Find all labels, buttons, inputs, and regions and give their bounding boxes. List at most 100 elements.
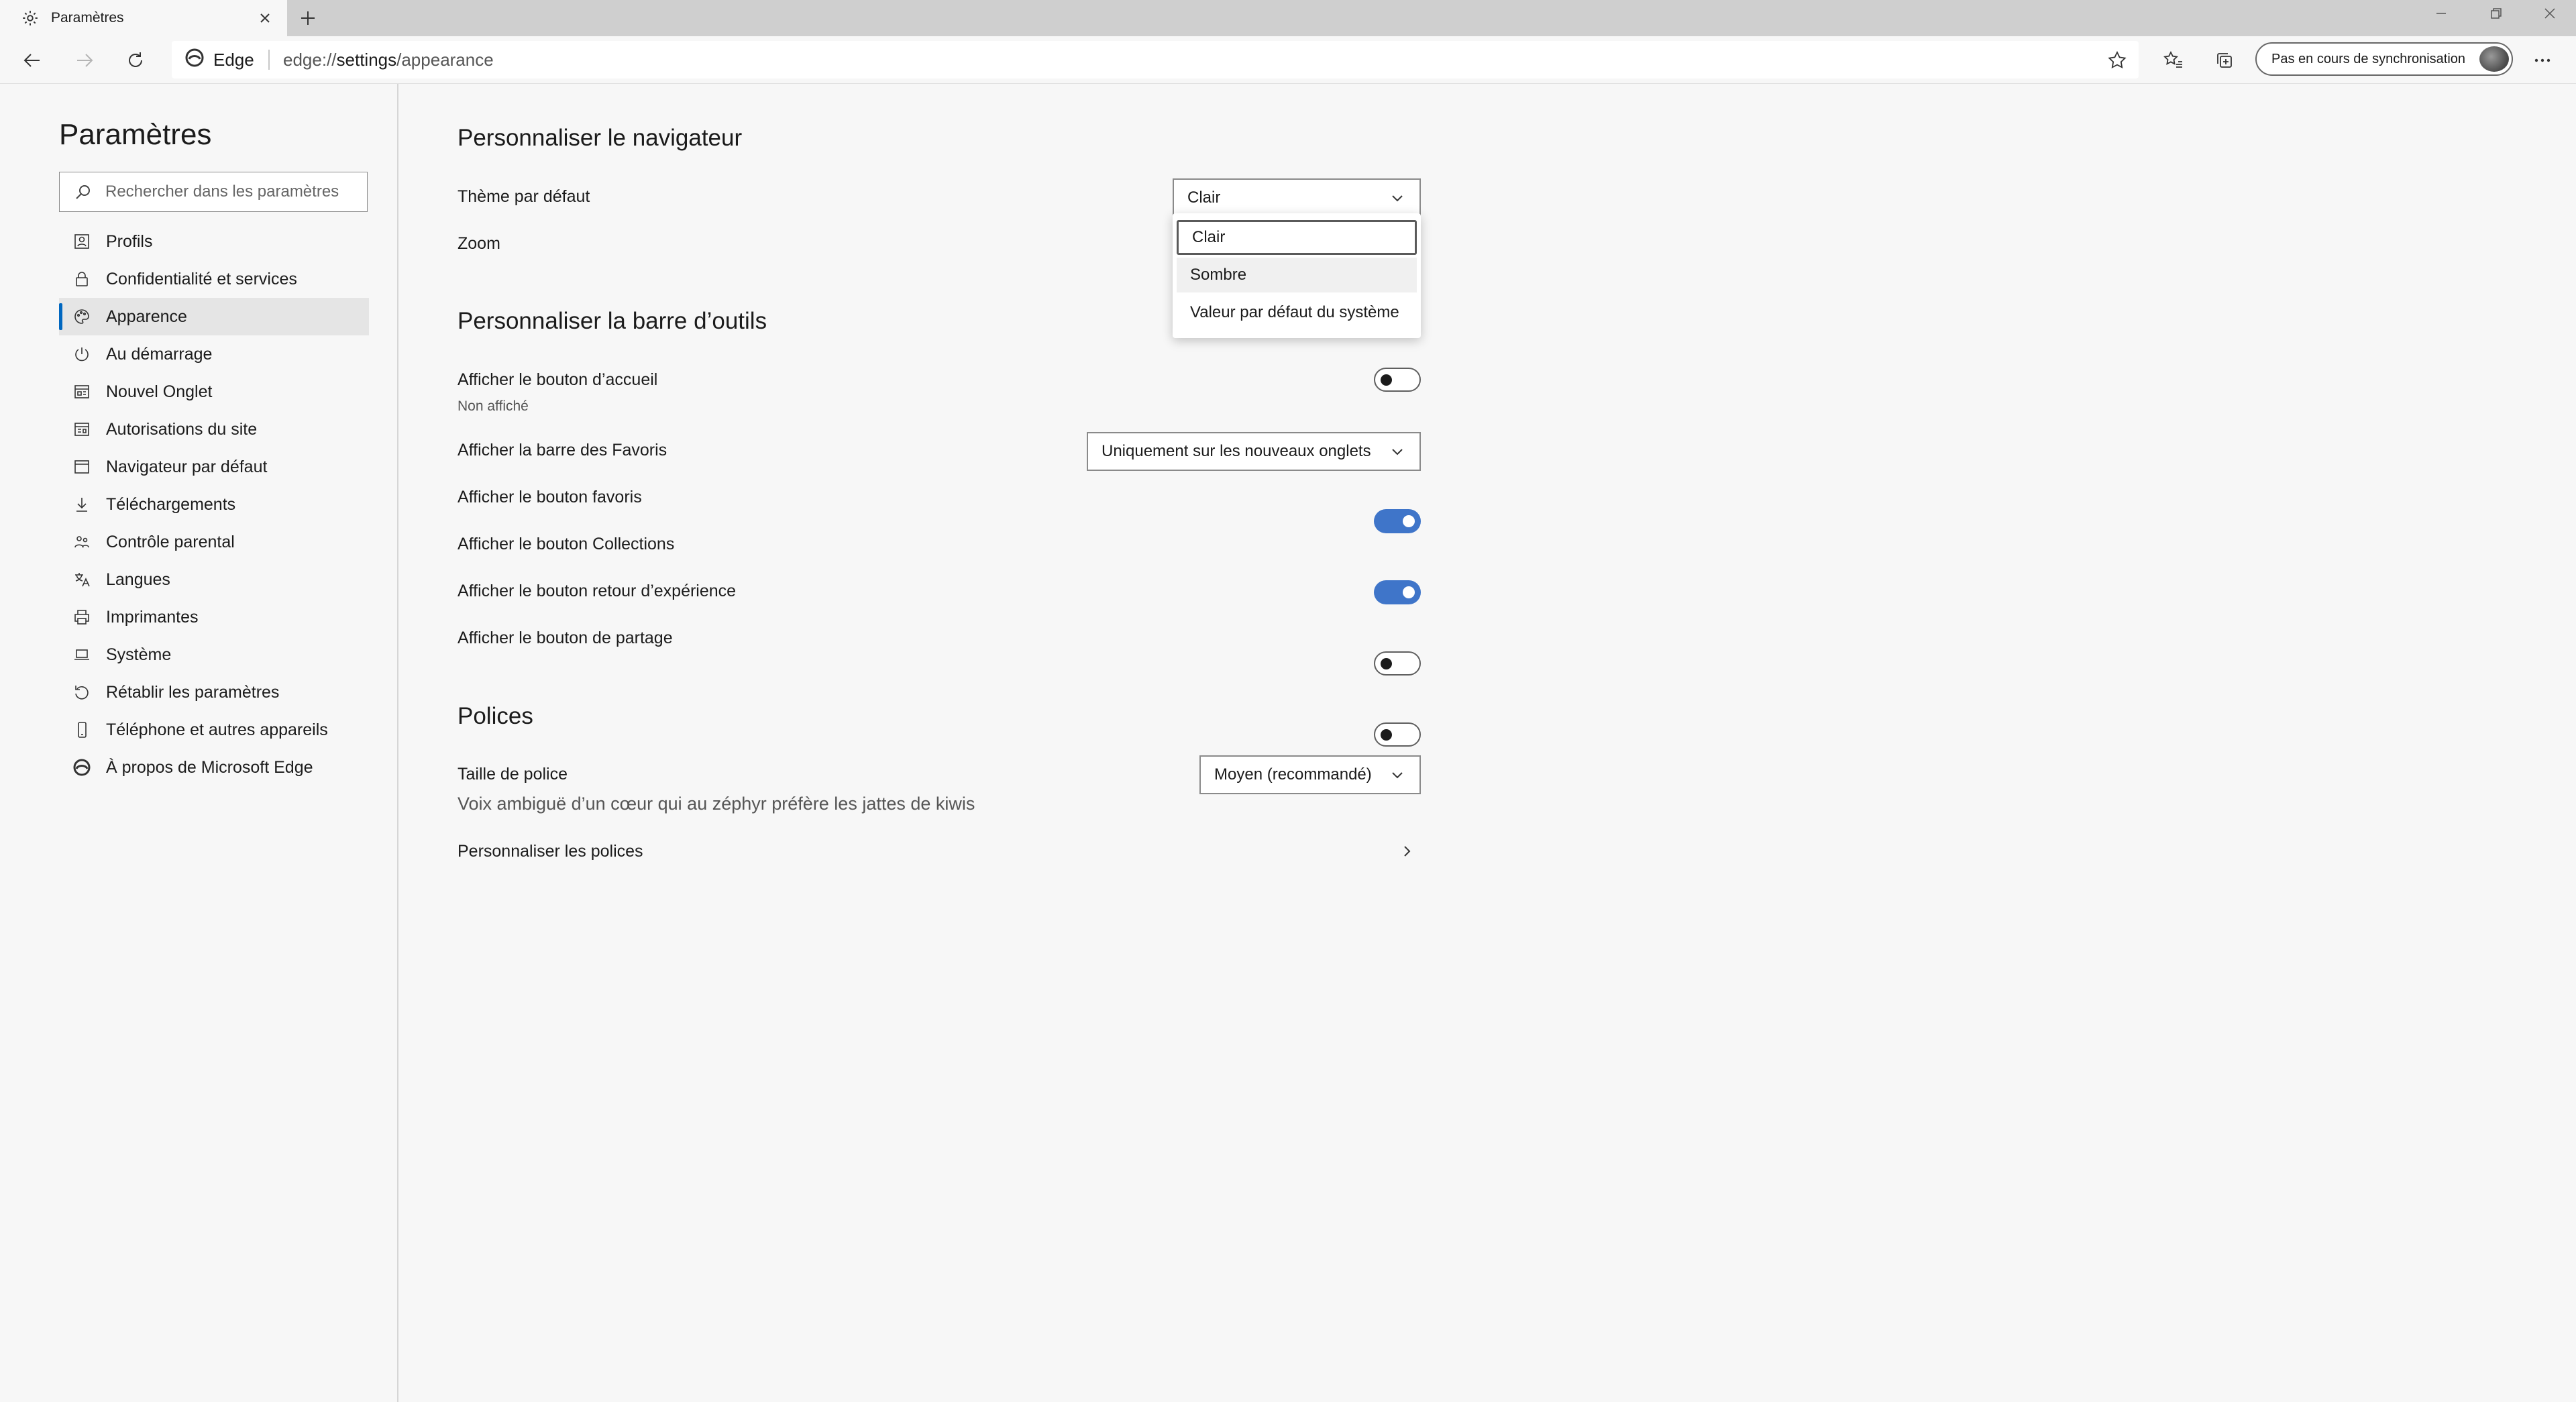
favorites-button[interactable] bbox=[2159, 46, 2188, 75]
close-tab-icon[interactable] bbox=[255, 8, 275, 28]
new-tab-button[interactable] bbox=[297, 7, 319, 30]
phone-icon bbox=[71, 719, 93, 741]
sidebar-item-site-permissions[interactable]: Autorisations du site bbox=[59, 411, 369, 448]
add-favorite-star-icon[interactable] bbox=[2102, 46, 2132, 75]
collections-button-label: Afficher le bouton Collections bbox=[458, 535, 675, 553]
font-size-select[interactable]: Moyen (recommandé) bbox=[1199, 755, 1421, 794]
sidebar-item-label: Contrôle parental bbox=[106, 532, 235, 551]
favorites-bar-select-value: Uniquement sur les nouveaux onglets bbox=[1102, 442, 1371, 460]
edge-logo-icon bbox=[71, 757, 93, 778]
sidebar-item-label: Navigateur par défaut bbox=[106, 457, 268, 476]
theme-option-light[interactable]: Clair bbox=[1177, 220, 1417, 255]
theme-option-system[interactable]: Valeur par défaut du système bbox=[1177, 295, 1417, 330]
sidebar-item-parental-control[interactable]: Contrôle parental bbox=[59, 523, 369, 561]
sidebar-item-privacy[interactable]: Confidentialité et services bbox=[59, 260, 369, 298]
chevron-right-icon bbox=[1395, 840, 1418, 863]
favorites-bar-label: Afficher la barre des Favoris bbox=[458, 441, 667, 460]
lock-icon bbox=[71, 268, 93, 290]
sidebar-item-label: Au démarrage bbox=[106, 344, 213, 364]
avatar bbox=[2479, 46, 2509, 72]
power-icon bbox=[71, 343, 93, 365]
home-button-toggle[interactable] bbox=[1374, 368, 1421, 392]
sidebar-item-default-browser[interactable]: Navigateur par défaut bbox=[59, 448, 369, 486]
theme-label: Thème par défaut bbox=[458, 187, 590, 206]
address-separator bbox=[268, 50, 270, 70]
sidebar-item-label: À propos de Microsoft Edge bbox=[106, 757, 313, 777]
sidebar-item-profils[interactable]: Profils bbox=[59, 223, 369, 260]
sidebar-item-startup[interactable]: Au démarrage bbox=[59, 335, 369, 373]
gear-icon bbox=[20, 8, 40, 28]
collections-button-toggle[interactable] bbox=[1374, 580, 1421, 604]
url-text[interactable]: edge://settings/appearance bbox=[283, 48, 494, 71]
theme-option-dark[interactable]: Sombre bbox=[1177, 258, 1417, 292]
forward-button[interactable] bbox=[70, 46, 99, 75]
more-options-icon[interactable] bbox=[2528, 46, 2557, 75]
theme-option-label: Clair bbox=[1192, 228, 1226, 246]
settings-search[interactable] bbox=[59, 172, 368, 212]
sidebar-item-downloads[interactable]: Téléchargements bbox=[59, 486, 369, 523]
chevron-down-icon bbox=[1386, 763, 1409, 786]
url-path: /appearance bbox=[396, 49, 494, 70]
theme-select-value: Clair bbox=[1187, 188, 1221, 207]
font-size-select-value: Moyen (recommandé) bbox=[1214, 765, 1372, 784]
system-icon bbox=[71, 644, 93, 665]
site-permissions-icon bbox=[71, 419, 93, 440]
browser-name: Edge bbox=[213, 49, 254, 70]
font-size-label: Taille de police bbox=[458, 765, 568, 784]
collections-button[interactable] bbox=[2210, 46, 2239, 75]
minimize-button[interactable] bbox=[2411, 0, 2471, 27]
printer-icon bbox=[71, 606, 93, 628]
refresh-button[interactable] bbox=[121, 46, 150, 75]
default-browser-icon bbox=[71, 456, 93, 478]
sidebar-item-languages[interactable]: Langues bbox=[59, 561, 369, 598]
customize-fonts-row[interactable]: Personnaliser les polices bbox=[458, 834, 1421, 868]
sidebar-item-label: Téléchargements bbox=[106, 494, 236, 514]
sidebar-item-appearance[interactable]: Apparence bbox=[59, 298, 369, 335]
sidebar-item-reset[interactable]: Rétablir les paramètres bbox=[59, 673, 369, 711]
tab-title: Paramètres bbox=[51, 10, 124, 25]
sidebar-item-label: Imprimantes bbox=[106, 607, 199, 627]
favorites-button-toggle[interactable] bbox=[1374, 509, 1421, 533]
sidebar-item-label: Apparence bbox=[106, 307, 187, 326]
profile-icon bbox=[71, 231, 93, 252]
sidebar-item-label: Langues bbox=[106, 570, 170, 589]
feedback-button-toggle[interactable] bbox=[1374, 651, 1421, 676]
back-button[interactable] bbox=[17, 46, 47, 75]
download-icon bbox=[71, 494, 93, 515]
palette-icon bbox=[71, 306, 93, 327]
search-icon bbox=[72, 180, 95, 203]
sidebar-item-new-tab[interactable]: Nouvel Onglet bbox=[59, 373, 369, 411]
close-window-button[interactable] bbox=[2520, 0, 2576, 27]
site-identity[interactable]: Edge bbox=[185, 48, 254, 71]
url-host: settings bbox=[336, 49, 397, 70]
theme-option-label: Sombre bbox=[1190, 266, 1247, 284]
sidebar-item-phone[interactable]: Téléphone et autres appareils bbox=[59, 711, 369, 749]
restore-button[interactable] bbox=[2466, 0, 2526, 27]
new-tab-icon bbox=[71, 381, 93, 402]
sidebar-item-label: Système bbox=[106, 645, 172, 664]
reset-icon bbox=[71, 682, 93, 703]
customize-fonts-label: Personnaliser les polices bbox=[458, 841, 643, 861]
theme-select[interactable]: Clair bbox=[1173, 178, 1421, 217]
share-button-toggle[interactable] bbox=[1374, 722, 1421, 747]
language-icon bbox=[71, 569, 93, 590]
sidebar-item-printers[interactable]: Imprimantes bbox=[59, 598, 369, 636]
family-icon bbox=[71, 531, 93, 553]
sidebar-item-system[interactable]: Système bbox=[59, 636, 369, 673]
sidebar-item-about[interactable]: À propos de Microsoft Edge bbox=[59, 749, 369, 786]
sidebar-item-label: Confidentialité et services bbox=[106, 269, 297, 288]
title-bar bbox=[0, 0, 2576, 36]
chevron-down-icon bbox=[1386, 440, 1409, 463]
tab-settings[interactable]: Paramètres bbox=[0, 0, 287, 36]
sidebar-item-label: Autorisations du site bbox=[106, 419, 258, 439]
search-input[interactable] bbox=[104, 182, 362, 202]
sync-status-label: Pas en cours de synchronisation bbox=[2271, 51, 2466, 66]
sidebar-item-label: Téléphone et autres appareils bbox=[106, 720, 328, 739]
chevron-down-icon bbox=[1386, 186, 1409, 209]
section-title-toolbar: Personnaliser la barre d’outils bbox=[458, 308, 767, 334]
sidebar-item-label: Rétablir les paramètres bbox=[106, 682, 280, 702]
section-title-fonts: Polices bbox=[458, 703, 533, 729]
favorites-bar-select[interactable]: Uniquement sur les nouveaux onglets bbox=[1087, 432, 1421, 471]
sync-profile-button[interactable]: Pas en cours de synchronisation bbox=[2255, 42, 2513, 76]
sidebar-item-label: Nouvel Onglet bbox=[106, 382, 213, 401]
